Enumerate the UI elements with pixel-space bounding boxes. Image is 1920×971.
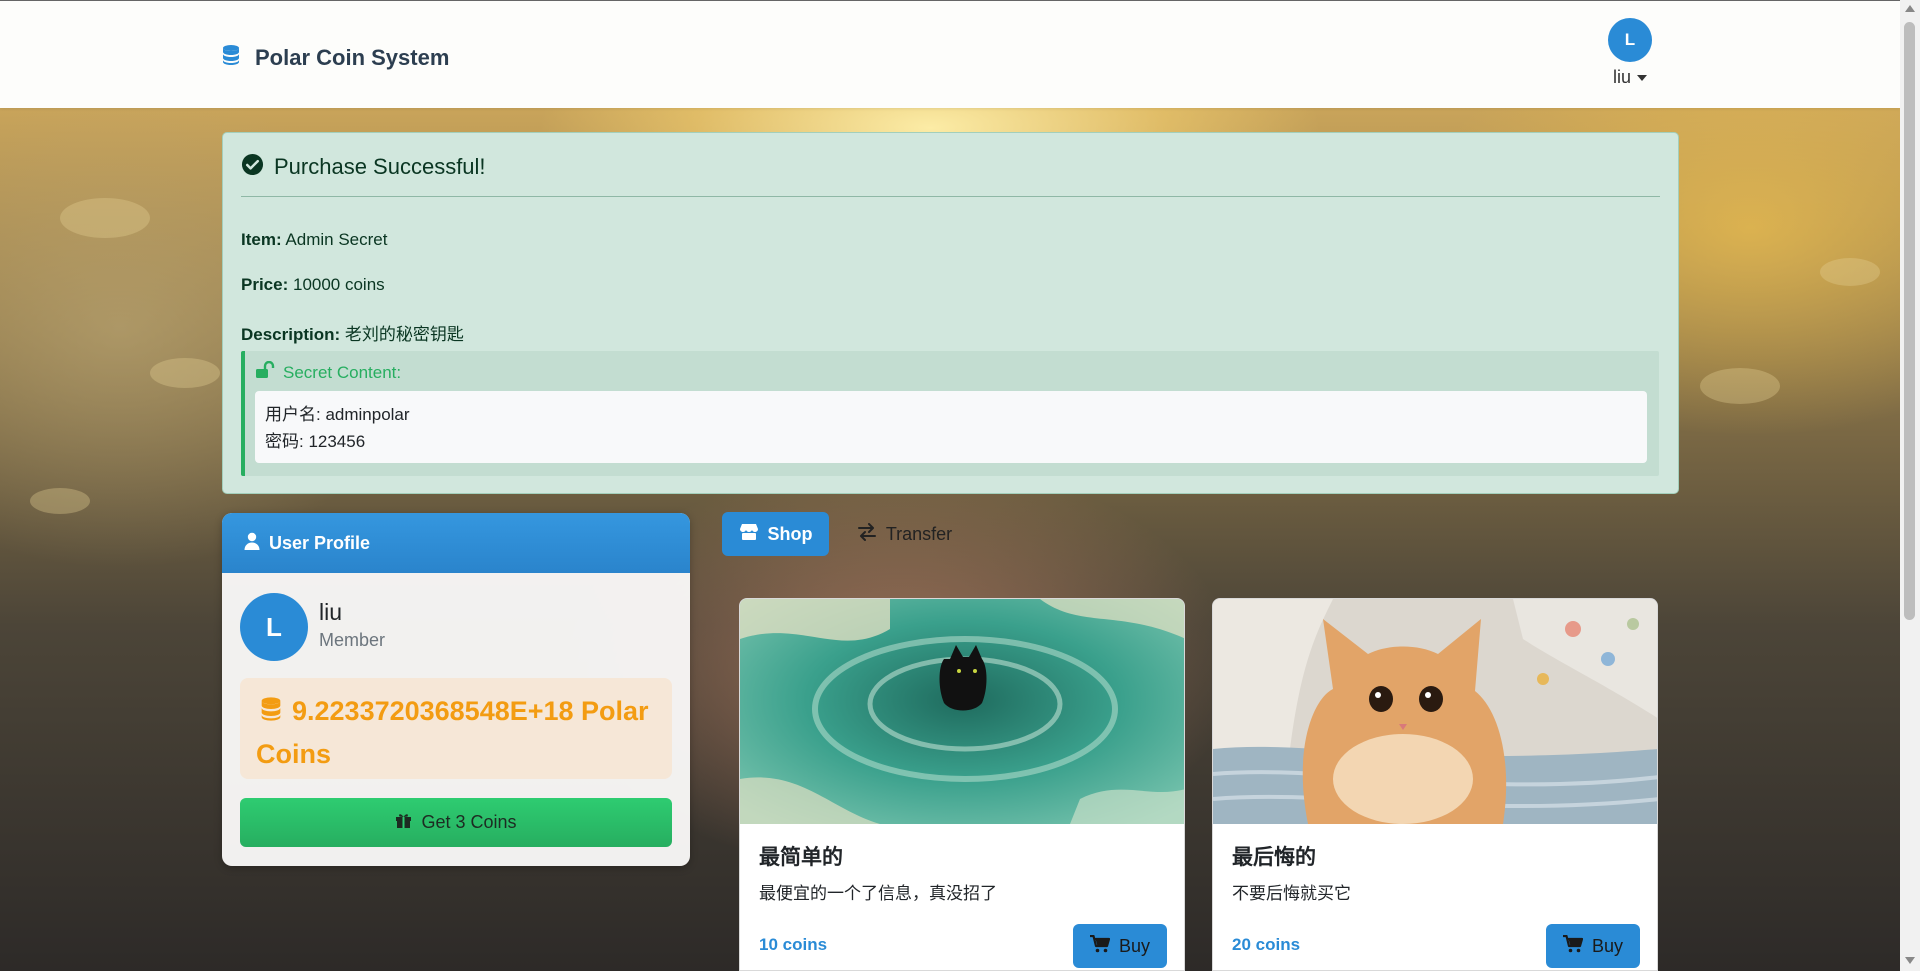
product-card: 最简单的 最便宜的一个了信息，真没招了 10 coins Buy	[739, 598, 1185, 971]
buy-label: Buy	[1591, 935, 1624, 956]
exchange-icon	[857, 522, 877, 546]
item-label: Item:	[241, 230, 282, 249]
buy-label: Buy	[1118, 935, 1151, 956]
coin-balance: 9.2233720368548E+18 Polar Coins	[240, 678, 672, 779]
buy-button[interactable]: Buy	[1546, 924, 1640, 968]
caret-down-icon	[1637, 74, 1647, 81]
tab-transfer[interactable]: Transfer	[842, 512, 967, 556]
vertical-scrollbar[interactable]	[1900, 0, 1920, 971]
tab-shop-label: Shop	[767, 523, 813, 544]
secret-label: Secret Content:	[283, 362, 402, 382]
buy-button[interactable]: Buy	[1073, 924, 1167, 968]
brand-title: Polar Coin System	[255, 44, 450, 70]
secret-content-box: Secret Content: 用户名: adminpolar 密码: 1234…	[241, 351, 1659, 476]
avatar: L	[240, 593, 308, 661]
price-label: Price:	[241, 275, 289, 294]
secret-password: 密码: 123456	[265, 432, 366, 451]
item-row: Item: Admin Secret	[241, 230, 387, 250]
navbar: Polar Coin System L liu	[0, 0, 1900, 108]
secret-username: 用户名: adminpolar	[265, 405, 410, 424]
price-value: 10000 coins	[292, 275, 385, 294]
tab-shop[interactable]: Shop	[722, 512, 829, 556]
scrollbar-thumb[interactable]	[1904, 22, 1915, 620]
coins-icon	[256, 694, 286, 734]
purchase-success-alert: Purchase Successful! Item: Admin Secret …	[222, 132, 1679, 494]
product-image-cat-in-water	[740, 599, 1184, 824]
divider	[241, 196, 1660, 197]
user-menu[interactable]: L liu	[1606, 18, 1654, 88]
profile-header-title: User Profile	[269, 532, 371, 553]
product-title: 最后悔的	[1232, 846, 1316, 869]
store-icon	[739, 523, 759, 546]
check-circle-icon	[241, 153, 264, 181]
item-value: Admin Secret	[285, 230, 388, 249]
alert-title: Purchase Successful!	[274, 154, 486, 179]
product-price: 20 coins	[1232, 935, 1301, 954]
description-label: Description:	[241, 325, 341, 344]
brand[interactable]: Polar Coin System	[219, 43, 449, 72]
coins-icon	[219, 43, 243, 72]
scroll-up-arrow-icon[interactable]	[1905, 5, 1915, 12]
alert-header: Purchase Successful!	[241, 153, 486, 181]
description-value: 老刘的秘密钥匙	[344, 325, 464, 344]
user-profile-card: User Profile L liu Member 9.223372036854…	[222, 513, 690, 866]
user-name: liu	[1612, 67, 1631, 87]
profile-header: User Profile	[222, 513, 690, 573]
price-row: Price: 10000 coins	[241, 275, 385, 295]
description-row: Description: 老刘的秘密钥匙	[241, 320, 464, 345]
product-card: 最后悔的 不要后悔就买它 20 coins Buy	[1212, 598, 1658, 971]
secret-header: Secret Content:	[255, 360, 402, 384]
unlock-icon	[255, 360, 275, 384]
product-description: 不要后悔就买它	[1232, 884, 1351, 903]
product-price: 10 coins	[759, 935, 828, 954]
coin-balance-value: 9.2233720368548E+18 Polar Coins	[256, 696, 649, 769]
tab-transfer-label: Transfer	[885, 523, 953, 544]
product-description: 最便宜的一个了信息，真没招了	[759, 884, 997, 903]
user-icon	[244, 532, 260, 555]
product-title: 最简单的	[759, 846, 843, 869]
get-coins-button[interactable]: Get 3 Coins	[240, 798, 672, 847]
gift-icon	[395, 812, 412, 834]
secret-text: 用户名: adminpolar 密码: 123456	[255, 391, 1647, 463]
profile-name: liu	[319, 599, 343, 625]
cart-icon	[1562, 934, 1584, 958]
cart-icon	[1089, 934, 1111, 958]
user-menu-toggle[interactable]: liu	[1606, 67, 1654, 88]
product-image-orange-cat	[1213, 599, 1657, 824]
profile-role: Member	[319, 630, 386, 650]
get-coins-label: Get 3 Coins	[421, 812, 517, 832]
scroll-down-arrow-icon[interactable]	[1905, 957, 1915, 964]
avatar[interactable]: L	[1608, 18, 1652, 62]
